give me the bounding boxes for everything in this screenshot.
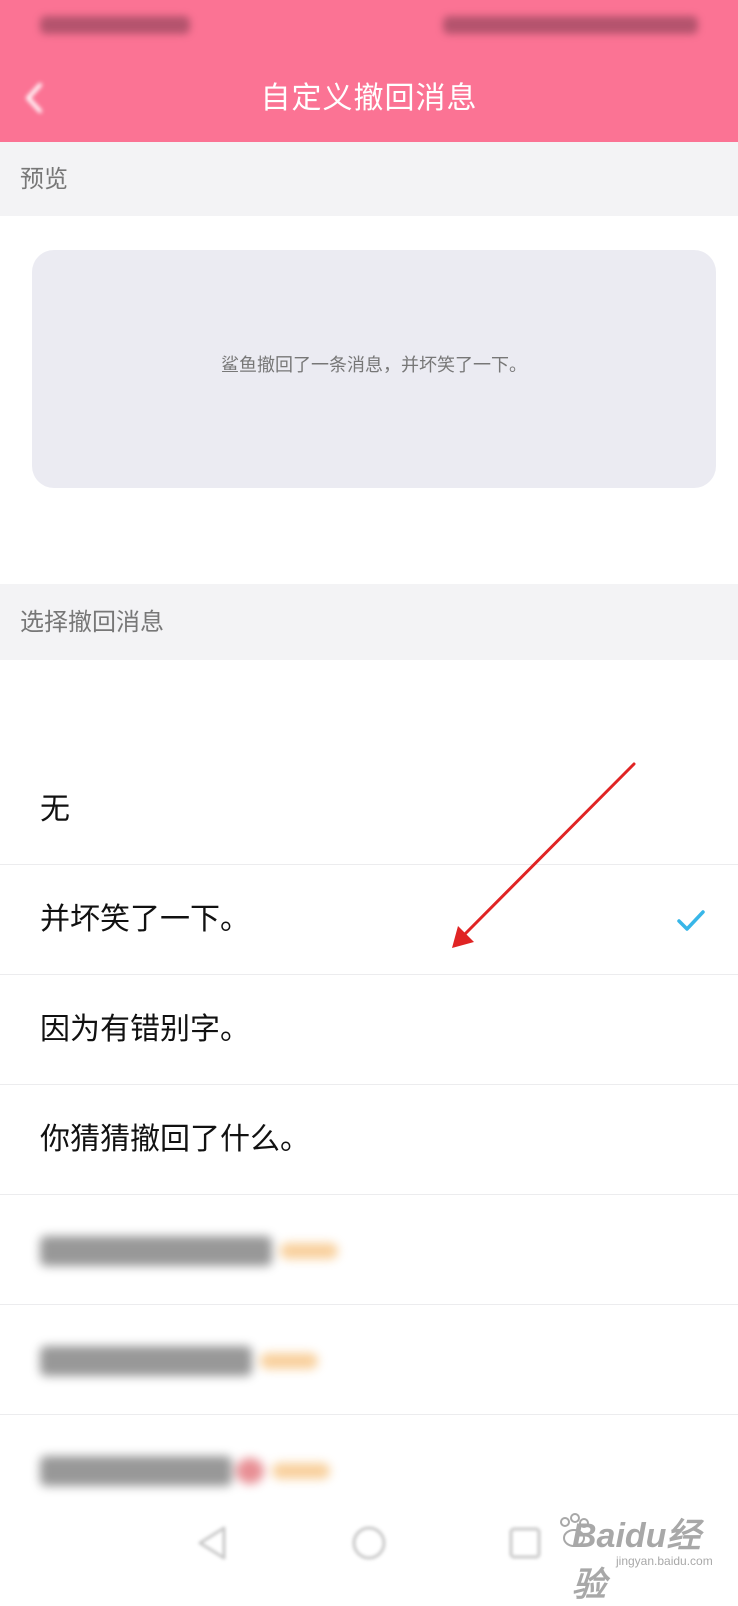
check-icon: [677, 910, 705, 931]
status-bar: [0, 0, 738, 50]
option-label: 因为有错别字。: [40, 1012, 250, 1047]
app-header: 自定义撤回消息: [0, 0, 738, 142]
option-blurred[interactable]: [0, 1305, 738, 1415]
home-circle-icon[interactable]: [346, 1520, 392, 1566]
option-guess[interactable]: 你猜猜撤回了什么。: [0, 1085, 738, 1195]
option-blurred-label: [40, 1195, 338, 1305]
option-blurred-label: [40, 1305, 318, 1415]
option-label: 你猜猜撤回了什么。: [40, 1122, 310, 1157]
page-title: 自定义撤回消息: [260, 81, 478, 116]
status-bar-left: [40, 16, 190, 34]
back-triangle-icon[interactable]: [190, 1520, 236, 1566]
preview-section-label: 预览: [0, 142, 738, 216]
watermark-url: jingyan.baidu.com: [616, 1554, 713, 1568]
option-none[interactable]: 无: [0, 755, 738, 865]
select-section-label: 选择撤回消息: [0, 584, 738, 660]
baidu-watermark: Baidu经验 jingyan.baidu.com: [544, 1508, 714, 1604]
preview-message: 鲨鱼撤回了一条消息，并坏笑了一下。: [221, 355, 527, 376]
status-bar-right: [443, 16, 698, 34]
preview-card: 鲨鱼撤回了一条消息，并坏笑了一下。: [32, 250, 716, 488]
option-typo[interactable]: 因为有错别字。: [0, 975, 738, 1085]
option-label: 并坏笑了一下。: [40, 902, 250, 937]
option-grin[interactable]: 并坏笑了一下。: [0, 865, 738, 975]
option-label: 无: [40, 792, 70, 827]
option-blurred[interactable]: [0, 1195, 738, 1305]
recents-square-icon[interactable]: [502, 1520, 548, 1566]
